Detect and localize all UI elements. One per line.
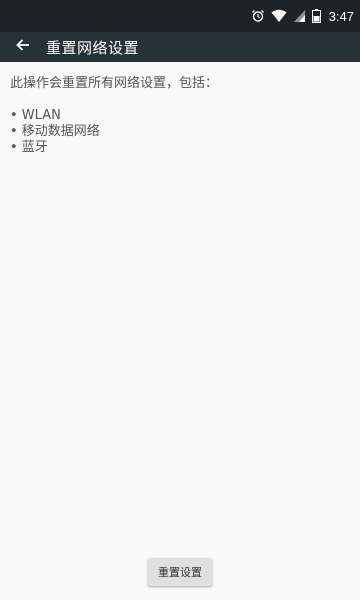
arrow-back-icon [15,37,31,57]
description-text: 此操作会重置所有网络设置，包括： [10,76,219,91]
reset-settings-button[interactable]: 重置设置 [148,558,212,586]
page-title: 重置网络设置 [46,38,140,57]
status-icons: 3:47 [251,0,354,32]
alarm-icon [251,9,265,23]
content: 此操作会重置所有网络设置，包括： • WLAN • 移动数据网络 • 蓝牙 [10,76,350,156]
list-item-bluetooth: • 蓝牙 [10,140,48,155]
back-button[interactable] [3,32,43,62]
app-bar-inner: 重置网络设置 [0,32,360,62]
app-bar: 重置网络设置 [0,32,360,62]
status-time: 3:47 [328,8,354,24]
list-item-mobile-data: • 移动数据网络 [10,124,100,139]
list-item-wlan: • WLAN [10,108,61,123]
reset-items-list: • WLAN • 移动数据网络 • 蓝牙 [10,108,350,156]
wifi-icon [271,9,287,23]
status-bar: 3:47 [0,0,360,32]
signal-icon [293,9,306,23]
battery-icon [311,9,321,23]
